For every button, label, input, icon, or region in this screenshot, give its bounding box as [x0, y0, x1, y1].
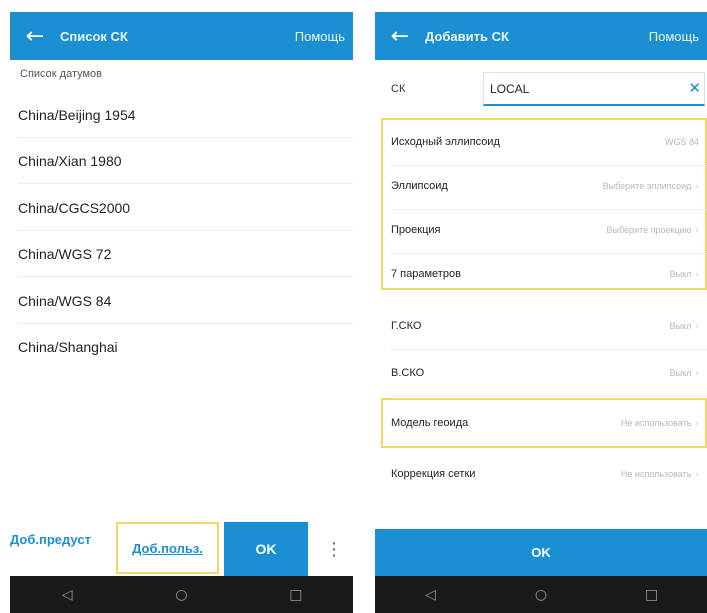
chevron-right-icon: ›	[695, 368, 699, 379]
chevron-right-icon: ›	[695, 269, 699, 280]
source-ellipsoid-row[interactable]: Исходный эллипсоид WGS 84	[375, 118, 707, 166]
row-value-text: Не использовать	[620, 468, 692, 479]
crs-name-row: СК ✕	[375, 66, 707, 112]
row-value: Выберите эллипсоид ›	[603, 181, 699, 192]
system-nav-bar: ◁ ○ □	[10, 576, 353, 613]
nav-back-icon[interactable]: ◁	[37, 587, 97, 603]
datum-item-xian-1980[interactable]: China/Xian 1980	[10, 138, 353, 184]
app-bar: ← Добавить СК Помощь	[375, 12, 707, 60]
datum-item-cgcs2000[interactable]: China/CGCS2000	[10, 185, 353, 231]
datum-item-label: China/Xian 1980	[18, 153, 122, 169]
crs-name-input[interactable]	[483, 72, 705, 106]
row-label: Эллипсоид	[391, 180, 448, 192]
row-label: 7 параметров	[391, 268, 461, 280]
row-value: Выкл ›	[670, 321, 699, 332]
row-label: Исходный эллипсоид	[391, 136, 500, 148]
chevron-right-icon: ›	[695, 321, 699, 332]
row-label: Проекция	[391, 224, 441, 236]
datum-item-beijing-1954[interactable]: China/Beijing 1954	[10, 92, 353, 138]
nav-home-icon[interactable]: ○	[511, 587, 571, 603]
add-crs-screen: ← Добавить СК Помощь СК ✕ Исходный эллип…	[375, 0, 707, 613]
row-value-text: Выкл	[669, 268, 692, 279]
ok-button[interactable]: OK	[224, 522, 308, 576]
nav-recent-icon[interactable]: □	[622, 587, 682, 603]
row-value-text: Выкл	[669, 320, 692, 331]
page-title: Добавить СК	[425, 28, 509, 44]
ellipsoid-row[interactable]: Эллипсоид Выберите эллипсоид ›	[375, 162, 707, 210]
row-value-text: Выберите проекцию	[606, 224, 692, 235]
horizontal-rms-row[interactable]: Г.СКО Выкл ›	[375, 302, 707, 350]
chevron-right-icon: ›	[695, 418, 699, 429]
system-nav-bar: ◁ ○ □	[375, 576, 707, 613]
geoid-model-row[interactable]: Модель геоида Не использовать ›	[375, 399, 707, 447]
row-value: Не использовать ›	[621, 469, 699, 480]
row-label: Г.СКО	[391, 320, 422, 332]
ok-button[interactable]: OK	[375, 529, 707, 576]
row-value: WGS 84	[665, 137, 699, 147]
help-button[interactable]: Помощь	[295, 29, 353, 44]
add-custom-label: Доб.польз.	[132, 540, 203, 556]
row-label: Коррекция сетки	[391, 468, 476, 480]
arrow-left-icon[interactable]: ←	[375, 12, 425, 60]
close-icon[interactable]: ✕	[688, 79, 701, 97]
datum-list-screen: ← Список СК Помощь Список датумов China/…	[10, 0, 353, 613]
bottom-action-bar: Доб.предуст Доб.польз. OK ⋮	[10, 522, 353, 576]
projection-row[interactable]: Проекция Выберите проекцию ›	[375, 206, 707, 254]
chevron-right-icon: ›	[695, 469, 699, 480]
row-label: В.СКО	[391, 367, 425, 379]
datum-item-label: China/WGS 72	[18, 246, 112, 262]
section-label: Список датумов	[20, 68, 103, 80]
row-value: Выкл ›	[670, 368, 699, 379]
row-value-text: Не использовать	[620, 417, 692, 428]
row-value: Не использовать ›	[621, 418, 699, 429]
add-custom-button[interactable]: Доб.польз.	[116, 522, 219, 574]
page-title: Список СК	[60, 28, 128, 44]
nav-recent-icon[interactable]: □	[266, 587, 326, 603]
datum-item-label: China/CGCS2000	[18, 200, 131, 216]
row-value: Выберите проекцию ›	[607, 225, 699, 236]
row-value: Выкл ›	[670, 269, 699, 280]
datum-item-wgs84[interactable]: China/WGS 84	[10, 278, 353, 324]
row-value-text: Выберите эллипсоид	[602, 180, 692, 191]
vertical-rms-row[interactable]: В.СКО Выкл ›	[375, 349, 707, 397]
arrow-left-icon[interactable]: ←	[10, 12, 60, 60]
datum-item-wgs72[interactable]: China/WGS 72	[10, 231, 353, 277]
add-preset-button[interactable]: Доб.предуст	[10, 532, 91, 547]
grid-correction-row[interactable]: Коррекция сетки Не использовать ›	[375, 450, 707, 498]
chevron-right-icon: ›	[695, 181, 699, 192]
row-value-text: Выкл	[669, 367, 692, 378]
app-bar: ← Список СК Помощь	[10, 12, 353, 60]
row-label: Модель геоида	[391, 417, 469, 429]
seven-params-row[interactable]: 7 параметров Выкл ›	[375, 250, 707, 298]
datum-item-shanghai[interactable]: China/Shanghai	[10, 324, 353, 370]
datum-item-label: China/Shanghai	[18, 339, 118, 355]
crs-name-label: СК	[391, 83, 406, 95]
row-value-text: WGS 84	[664, 137, 699, 147]
chevron-right-icon: ›	[695, 225, 699, 236]
nav-back-icon[interactable]: ◁	[400, 587, 460, 603]
more-vert-icon[interactable]: ⋮	[322, 522, 346, 576]
datum-item-label: China/Beijing 1954	[18, 107, 136, 123]
help-button[interactable]: Помощь	[649, 29, 707, 44]
datum-item-label: China/WGS 84	[18, 293, 112, 309]
nav-home-icon[interactable]: ○	[151, 587, 211, 603]
